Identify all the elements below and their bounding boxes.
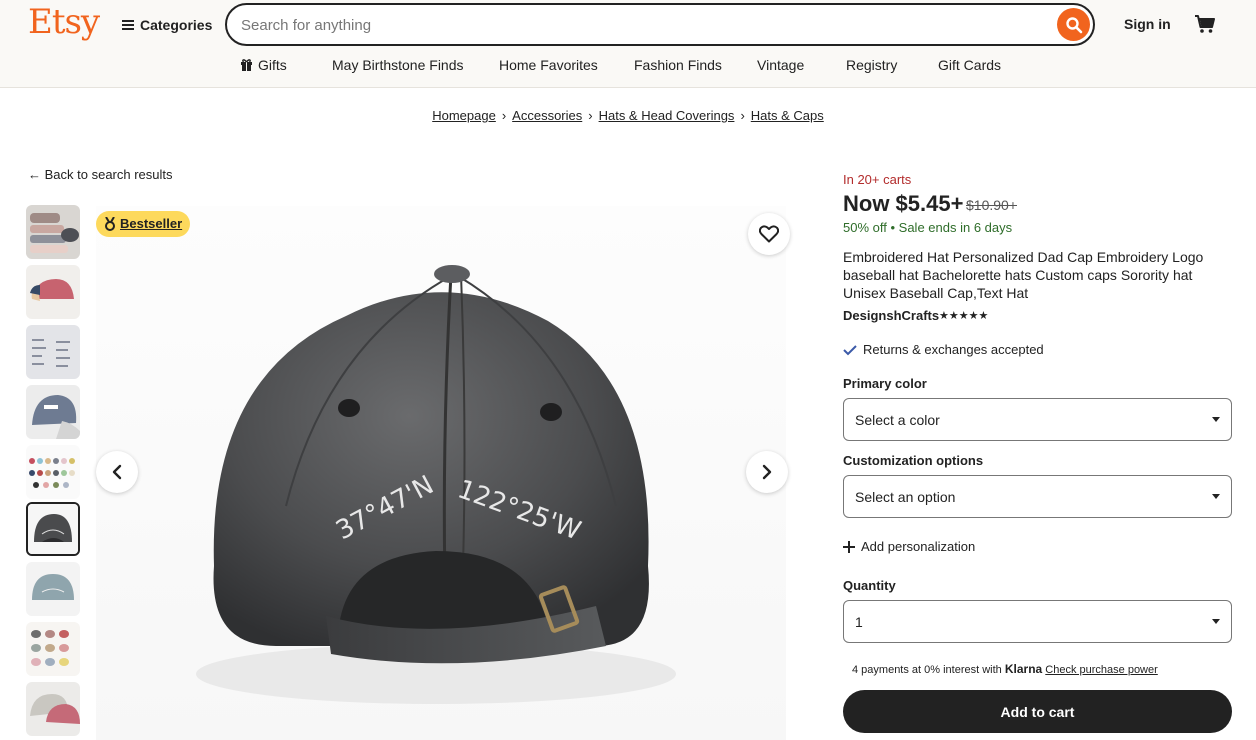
thumbnail-2[interactable] (26, 265, 80, 319)
customization-options-select[interactable]: Select an option (843, 475, 1232, 518)
nav-home-favorites[interactable]: Home Favorites (499, 57, 598, 73)
next-image-button[interactable] (746, 451, 788, 493)
original-price: $10.90+ (966, 197, 1017, 213)
bestseller-badge[interactable]: Bestseller (96, 211, 191, 237)
categories-button[interactable]: Categories (122, 15, 212, 35)
chevron-right-icon: › (588, 108, 593, 123)
thumbnail-5[interactable] (26, 445, 80, 499)
add-to-cart-button[interactable]: Add to cart (843, 690, 1232, 733)
caret-down-icon (1212, 417, 1220, 422)
search-bar (225, 3, 1095, 46)
breadcrumb-hats-head-coverings[interactable]: Hats & Head Coverings (599, 108, 735, 123)
plus-icon (843, 540, 855, 553)
previous-image-button[interactable] (96, 451, 138, 493)
category-nav: Gifts May Birthstone Finds Home Favorite… (0, 57, 1256, 77)
heart-icon (759, 225, 779, 243)
thumbnail-image (26, 562, 80, 616)
klarna-info: 4 payments at 0% interest with Klarna Ch… (852, 662, 1158, 676)
shop-name-link[interactable]: DesignshCrafts (843, 308, 939, 323)
product-title: Embroidered Hat Personalized Dad Cap Emb… (843, 249, 1204, 301)
nav-vintage[interactable]: Vintage (757, 57, 804, 73)
favorite-button[interactable] (748, 213, 790, 255)
rating-stars[interactable]: ★★★★★ (939, 309, 988, 322)
hat-photo: 37°47'N 122°25'W (196, 265, 676, 704)
breadcrumb: Homepage › Accessories › Hats & Head Coverin… (0, 108, 1256, 123)
chevron-right-icon (762, 464, 772, 480)
nav-gift-cards[interactable]: Gift Cards (938, 57, 1001, 73)
checkmark-icon (843, 344, 857, 355)
add-personalization-button[interactable]: Add personalization (843, 539, 975, 554)
breadcrumb-homepage[interactable]: Homepage (432, 108, 496, 123)
thumbnail-image (26, 622, 80, 676)
thumbnail-6-selected[interactable] (26, 502, 80, 556)
gift-icon (241, 59, 252, 71)
klarna-logo: Klarna (1004, 662, 1043, 676)
menu-icon (122, 20, 134, 30)
arrow-left-icon: ← (28, 167, 41, 182)
quantity-select[interactable]: 1 (843, 600, 1232, 643)
thumbnail-8[interactable] (26, 622, 80, 676)
search-icon (1065, 16, 1082, 33)
discount-text: 50% off (843, 220, 887, 235)
bullet: • (890, 220, 899, 235)
thumbnail-image (28, 504, 78, 554)
medal-icon (105, 217, 115, 231)
etsy-logo[interactable]: Etsy (28, 2, 100, 42)
thumbnail-4[interactable] (26, 385, 80, 439)
thumbnail-9[interactable] (26, 682, 80, 736)
caret-down-icon (1212, 619, 1220, 624)
returns-info: Returns & exchanges accepted (843, 342, 1044, 357)
product-image: 37°47'N 122°25'W (96, 206, 786, 740)
search-button[interactable] (1057, 8, 1090, 41)
search-input[interactable] (241, 15, 1041, 35)
thumbnail-image (26, 385, 80, 439)
primary-color-label: Primary color (843, 376, 927, 391)
breadcrumb-accessories[interactable]: Accessories (512, 108, 582, 123)
thumbnail-image (26, 445, 80, 499)
thumbnail-image (26, 325, 80, 379)
site-header: Etsy Categories Sign in Gifts May Births… (0, 0, 1256, 88)
nav-fashion-finds[interactable]: Fashion Finds (634, 57, 722, 73)
thumbnail-1[interactable] (26, 205, 80, 259)
cart-icon[interactable] (1194, 13, 1216, 35)
caret-down-icon (1212, 494, 1220, 499)
thumbnail-3[interactable] (26, 325, 80, 379)
quantity-label: Quantity (843, 578, 896, 593)
breadcrumb-hats-caps[interactable]: Hats & Caps (751, 108, 824, 123)
sale-ends-text: Sale ends in 6 days (898, 220, 1013, 235)
thumbnail-image (26, 682, 80, 736)
sign-in-link[interactable]: Sign in (1124, 16, 1171, 32)
chevron-right-icon: › (501, 108, 507, 123)
back-to-search-link[interactable]: ← Back to search results (28, 167, 173, 182)
nav-birthstone-finds[interactable]: May Birthstone Finds (332, 57, 464, 73)
check-purchase-power-link[interactable]: Check purchase power (1045, 664, 1158, 676)
primary-color-select[interactable]: Select a color (843, 398, 1232, 441)
customization-options-label: Customization options (843, 453, 984, 468)
thumbnail-image (26, 205, 80, 259)
thumbnail-7[interactable] (26, 562, 80, 616)
nav-gifts[interactable]: Gifts (240, 57, 287, 73)
chevron-left-icon (112, 464, 122, 480)
thumbnail-image (26, 265, 80, 319)
chevron-right-icon: › (740, 108, 745, 123)
current-price: Now $5.45+ (843, 191, 964, 216)
in-carts-text: In 20+ carts (843, 172, 912, 187)
nav-registry[interactable]: Registry (846, 57, 897, 73)
sale-info: 50% off • Sale ends in 6 days (843, 220, 1012, 235)
categories-label: Categories (140, 17, 213, 33)
